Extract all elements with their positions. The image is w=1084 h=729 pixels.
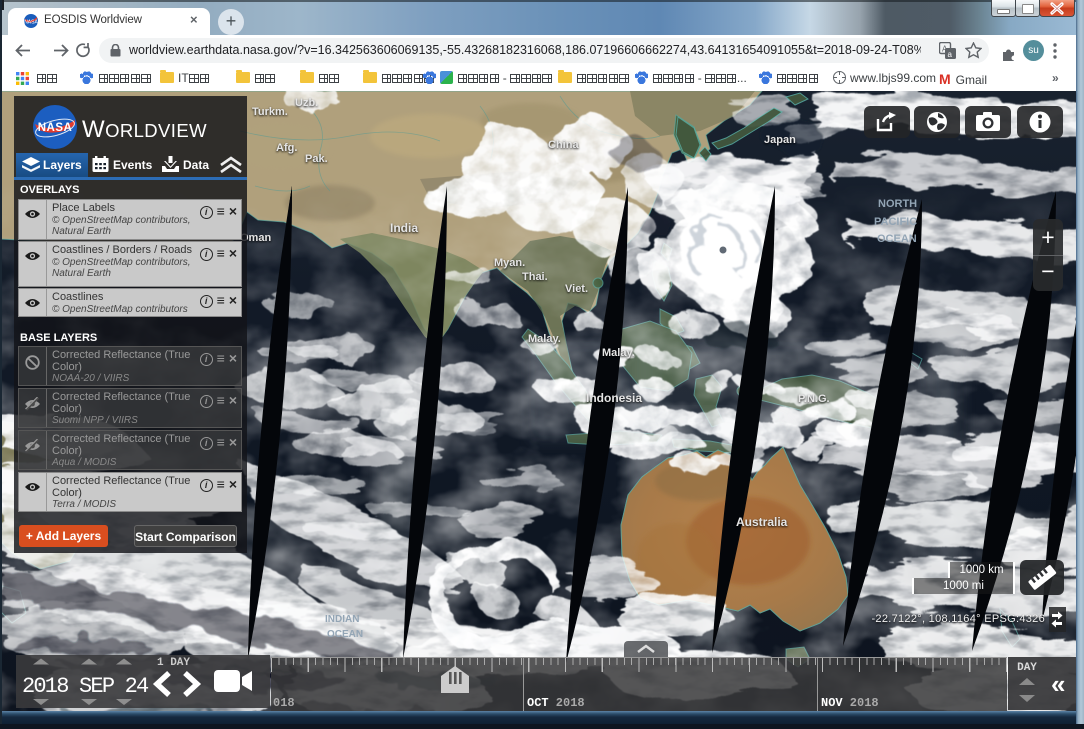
svg-text:Australia: Australia (736, 515, 788, 529)
svg-text:Pak.: Pak. (305, 153, 328, 165)
svg-text:Indonesia: Indonesia (586, 391, 642, 405)
svg-text:NORTH: NORTH (878, 198, 917, 210)
svg-text:P.N.G.: P.N.G. (798, 393, 830, 405)
svg-text:NASA: NASA (24, 20, 38, 26)
svg-text:China: China (548, 139, 579, 151)
svg-text:NASA: NASA (38, 122, 73, 134)
svg-text:OCEAN: OCEAN (877, 233, 917, 245)
svg-text:Turkm.: Turkm. (252, 106, 288, 118)
svg-text:Myan.: Myan. (494, 257, 525, 269)
svg-text:INDIAN: INDIAN (325, 614, 359, 625)
svg-text:India: India (390, 221, 418, 235)
svg-text:Thai.: Thai. (522, 271, 548, 283)
svg-text:PACIFIC: PACIFIC (874, 216, 917, 228)
svg-text:Japan: Japan (764, 134, 796, 146)
svg-text:Malay.: Malay. (602, 347, 635, 359)
svg-text:a: a (948, 50, 953, 59)
svg-text:Afg.: Afg. (276, 142, 297, 154)
svg-text:Uzb.: Uzb. (295, 97, 318, 109)
svg-text:Malay.: Malay. (528, 333, 561, 345)
svg-text:Viet.: Viet. (565, 283, 588, 295)
svg-text:OCEAN: OCEAN (327, 629, 363, 640)
